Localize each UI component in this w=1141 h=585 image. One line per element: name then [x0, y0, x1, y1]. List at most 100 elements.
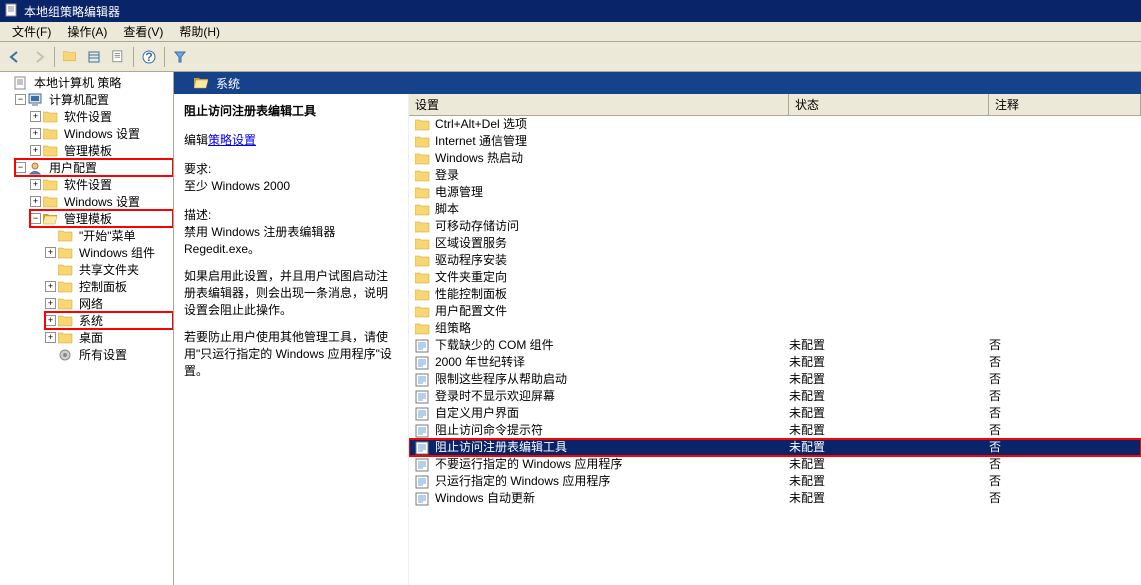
- menu-file[interactable]: 文件(F): [4, 21, 59, 42]
- collapse-icon[interactable]: −: [15, 162, 26, 173]
- forward-button[interactable]: [28, 46, 50, 68]
- tree-user-config[interactable]: −用户配置: [15, 159, 173, 176]
- list-policy-row[interactable]: 2000 年世纪转译未配置否: [409, 354, 1141, 371]
- folder-icon: [58, 297, 74, 311]
- row-state: 未配置: [789, 473, 989, 490]
- description-label: 描述:: [184, 206, 398, 223]
- row-name: Ctrl+Alt+Del 选项: [435, 116, 527, 133]
- list-folder-row[interactable]: 组策略: [409, 320, 1141, 337]
- col-note[interactable]: 注释: [989, 94, 1141, 115]
- list-folder-row[interactable]: 驱动程序安装: [409, 252, 1141, 269]
- tree-root[interactable]: 本地计算机 策略: [0, 74, 173, 91]
- list-folder-row[interactable]: 用户配置文件: [409, 303, 1141, 320]
- collapse-icon[interactable]: −: [15, 94, 26, 105]
- tree-desktop[interactable]: +桌面: [45, 329, 173, 346]
- tree-cc-software[interactable]: +软件设置: [30, 108, 173, 125]
- export-button[interactable]: [107, 46, 129, 68]
- tree-shared-folders[interactable]: 共享文件夹: [45, 261, 173, 278]
- help-button[interactable]: ?: [138, 46, 160, 68]
- row-note: 否: [989, 473, 1141, 490]
- expand-icon[interactable]: +: [45, 247, 56, 258]
- list-folder-row[interactable]: Internet 通信管理: [409, 133, 1141, 150]
- tree-computer-config[interactable]: −计算机配置: [15, 91, 173, 108]
- tree-uc-admin[interactable]: −管理模板: [30, 210, 173, 227]
- folder-icon: [43, 110, 59, 124]
- folder-icon: [415, 186, 431, 200]
- row-name: 电源管理: [435, 184, 483, 201]
- window-title: 本地组策略编辑器: [24, 3, 120, 20]
- up-button[interactable]: [59, 46, 81, 68]
- folder-icon: [415, 237, 431, 251]
- list-folder-row[interactable]: 脚本: [409, 201, 1141, 218]
- tree-uc-software[interactable]: +软件设置: [30, 176, 173, 193]
- tree-win-components[interactable]: +Windows 组件: [45, 244, 173, 261]
- back-button[interactable]: [4, 46, 26, 68]
- folder-icon: [415, 271, 431, 285]
- folder-icon: [43, 195, 59, 209]
- list-folder-row[interactable]: 区域设置服务: [409, 235, 1141, 252]
- menu-action[interactable]: 操作(A): [59, 21, 115, 42]
- expand-icon[interactable]: +: [45, 332, 56, 343]
- folder-icon: [58, 331, 74, 345]
- tree-uc-windows[interactable]: +Windows 设置: [30, 193, 173, 210]
- list-policy-row[interactable]: Windows 自动更新未配置否: [409, 490, 1141, 507]
- list-policy-row[interactable]: 阻止访问注册表编辑工具未配置否: [409, 439, 1141, 456]
- list-folder-row[interactable]: 可移动存储访问: [409, 218, 1141, 235]
- list-folder-row[interactable]: 登录: [409, 167, 1141, 184]
- list-folder-row[interactable]: 电源管理: [409, 184, 1141, 201]
- list-policy-row[interactable]: 只运行指定的 Windows 应用程序未配置否: [409, 473, 1141, 490]
- menu-view[interactable]: 查看(V): [115, 21, 171, 42]
- expand-icon[interactable]: +: [45, 315, 56, 326]
- row-name: 阻止访问命令提示符: [435, 422, 543, 439]
- list-folder-row[interactable]: Windows 热启动: [409, 150, 1141, 167]
- row-state: 未配置: [789, 388, 989, 405]
- tree-system[interactable]: +系统: [45, 312, 173, 329]
- col-setting[interactable]: 设置: [409, 94, 789, 115]
- list-folder-row[interactable]: Ctrl+Alt+Del 选项: [409, 116, 1141, 133]
- row-note: 否: [989, 337, 1141, 354]
- tree-cc-admin[interactable]: +管理模板: [30, 142, 173, 159]
- expand-icon[interactable]: +: [30, 196, 41, 207]
- row-name: 区域设置服务: [435, 235, 507, 252]
- list-policy-row[interactable]: 自定义用户界面未配置否: [409, 405, 1141, 422]
- list-policy-row[interactable]: 阻止访问命令提示符未配置否: [409, 422, 1141, 439]
- tree-control-panel[interactable]: +控制面板: [45, 278, 173, 295]
- content-title: 系统: [216, 75, 240, 92]
- policy-icon: [415, 424, 431, 438]
- tree-all-settings[interactable]: 所有设置: [45, 346, 173, 363]
- menu-help[interactable]: 帮助(H): [171, 21, 228, 42]
- row-note: 否: [989, 371, 1141, 388]
- row-name: 性能控制面板: [435, 286, 507, 303]
- expand-icon[interactable]: +: [45, 298, 56, 309]
- col-state[interactable]: 状态: [789, 94, 989, 115]
- list-folder-row[interactable]: 文件夹重定向: [409, 269, 1141, 286]
- tree-network[interactable]: +网络: [45, 295, 173, 312]
- row-name: 下载缺少的 COM 组件: [435, 337, 554, 354]
- filter-button[interactable]: [169, 46, 191, 68]
- list-folder-row[interactable]: 性能控制面板: [409, 286, 1141, 303]
- list-policy-row[interactable]: 不要运行指定的 Windows 应用程序未配置否: [409, 456, 1141, 473]
- list-policy-row[interactable]: 下载缺少的 COM 组件未配置否: [409, 337, 1141, 354]
- folder-icon: [415, 135, 431, 149]
- expand-icon[interactable]: +: [30, 145, 41, 156]
- description-pane: 阻止访问注册表编辑工具 编辑策略设置 要求: 至少 Windows 2000 描…: [174, 94, 409, 585]
- list-policy-row[interactable]: 登录时不显示欢迎屏幕未配置否: [409, 388, 1141, 405]
- row-name: 脚本: [435, 201, 459, 218]
- row-state: 未配置: [789, 405, 989, 422]
- expand-icon[interactable]: +: [30, 128, 41, 139]
- expand-icon[interactable]: +: [30, 111, 41, 122]
- tree-start-menu[interactable]: "开始"菜单: [45, 227, 173, 244]
- collapse-icon[interactable]: −: [30, 213, 41, 224]
- row-name: Internet 通信管理: [435, 133, 527, 150]
- row-name: 可移动存储访问: [435, 218, 519, 235]
- list-button[interactable]: [83, 46, 105, 68]
- folder-icon: [415, 254, 431, 268]
- edit-policy-link[interactable]: 策略设置: [208, 133, 256, 147]
- expand-icon[interactable]: +: [45, 281, 56, 292]
- pc-icon: [28, 93, 44, 107]
- tree-cc-windows[interactable]: +Windows 设置: [30, 125, 173, 142]
- list-policy-row[interactable]: 限制这些程序从帮助启动未配置否: [409, 371, 1141, 388]
- row-state: 未配置: [789, 354, 989, 371]
- expand-icon[interactable]: +: [30, 179, 41, 190]
- folder-icon: [58, 314, 74, 328]
